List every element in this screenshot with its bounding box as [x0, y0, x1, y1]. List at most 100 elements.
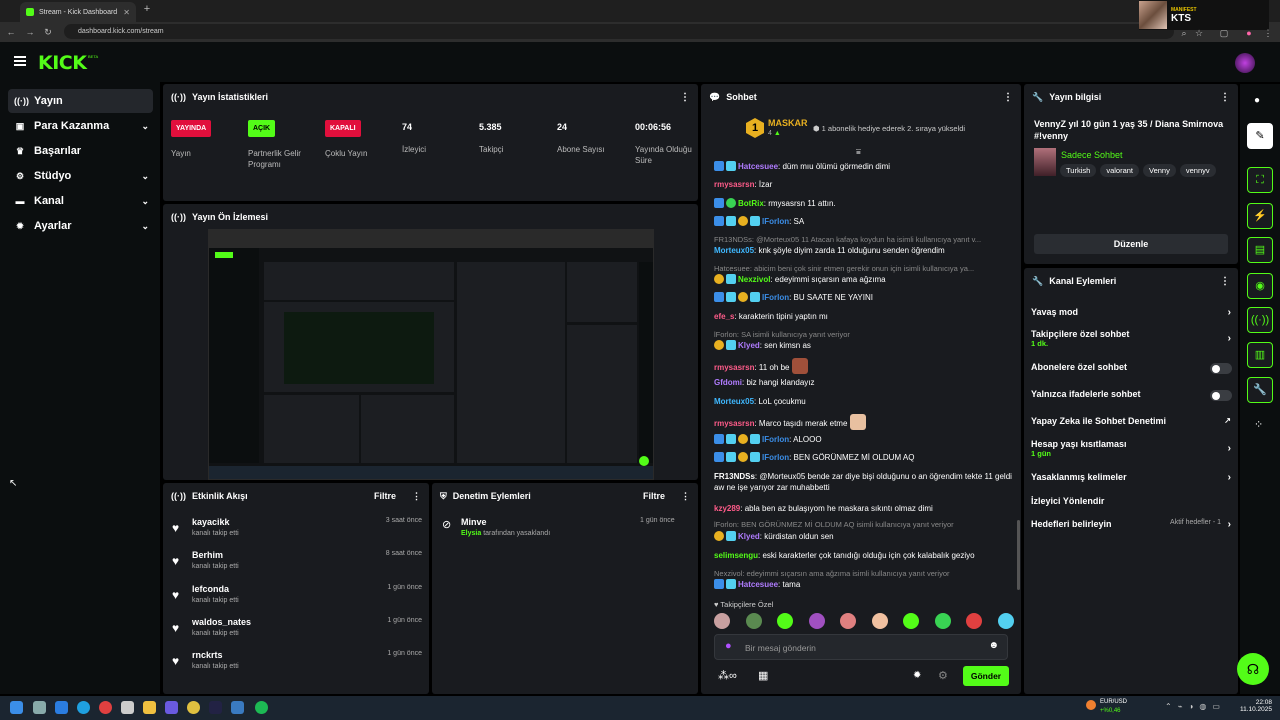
chat-username[interactable]: lForlon [762, 435, 789, 444]
chat-username[interactable]: Morteux05 [714, 246, 754, 255]
info-icon[interactable]: ● [1254, 95, 1260, 106]
store-icon[interactable]: ▦ [758, 669, 768, 682]
gear-icon[interactable]: ✹ [913, 670, 921, 681]
chat-username[interactable]: lForlon [762, 217, 789, 226]
emote-icon[interactable] [934, 613, 951, 629]
emote-icon[interactable] [714, 613, 730, 629]
moderator-name[interactable]: Elysia [461, 530, 481, 537]
channel-action-row[interactable]: Yavaş mod › [1031, 307, 1231, 318]
chat-username[interactable]: Klyed [738, 341, 760, 350]
follower-name[interactable]: lefconda [192, 584, 229, 594]
channel-action-row[interactable]: İzleyici Yönlendir [1031, 496, 1231, 506]
star-icon[interactable]: ☆ [1193, 26, 1205, 40]
wrench-icon[interactable]: 🔧 [1247, 377, 1273, 403]
tag-chip[interactable]: Turkish [1060, 164, 1097, 177]
sidebar-item-para-kazanma[interactable]: ▣ Para Kazanma ⌄ [8, 114, 153, 138]
banned-user[interactable]: Minve [461, 517, 487, 527]
settings-cog-icon[interactable]: ⚙ [938, 669, 948, 682]
chrome-icon[interactable] [187, 701, 200, 714]
chat-username[interactable]: Hatcesuee [738, 162, 778, 171]
chat-username[interactable]: rmysasrsn [714, 363, 754, 372]
toggle-switch[interactable] [1210, 390, 1232, 401]
chat-input[interactable]: Bir mesaj gönderin [745, 643, 816, 653]
new-tab-button[interactable]: + [141, 3, 153, 17]
chat-input-box[interactable]: ● Bir mesaj gönderin ☻ [714, 634, 1008, 660]
windows-start-icon[interactable] [10, 701, 23, 714]
edge-icon[interactable] [77, 701, 90, 714]
collapse-icon[interactable]: ⩸ [856, 147, 861, 157]
steam-icon[interactable] [209, 701, 222, 714]
follower-name[interactable]: kayacikk [192, 517, 230, 527]
clock[interactable]: 22:08 11.10.2025 [1238, 699, 1272, 713]
chat-extra-icon[interactable]: ⁂∞ [718, 669, 737, 682]
emoji-icon[interactable]: ☻ [988, 640, 999, 651]
sidebar-item-basarilar[interactable]: ♛ Başarılar [8, 139, 153, 163]
app-icon[interactable] [231, 701, 244, 714]
channel-action-row[interactable]: Takipçilere özel sohbet 1 dk. › [1031, 329, 1231, 348]
chat-username[interactable]: FR13NDSs [714, 472, 755, 481]
chat-username[interactable]: lForlon [762, 293, 789, 302]
spotify-icon[interactable] [255, 701, 268, 714]
toggle-switch[interactable] [1210, 363, 1232, 374]
emote-icon[interactable] [808, 613, 825, 629]
account-icon[interactable]: ● [1243, 26, 1255, 40]
close-tab-icon[interactable]: ✕ [123, 8, 130, 17]
broadcast-icon[interactable]: ((·)) [1247, 307, 1273, 333]
channel-action-row[interactable]: Yapay Zeka ile Sohbet Denetimi ↗ [1031, 416, 1231, 426]
filter-button[interactable]: Filtre [643, 491, 665, 501]
edit-button[interactable]: Düzenle [1034, 234, 1228, 254]
channel-action-row[interactable]: Hedefleri belirleyin Aktif hedefler - 1 › [1031, 519, 1231, 530]
extensions-icon[interactable]: ▢ [1218, 26, 1230, 40]
hamburger-menu-icon[interactable] [14, 56, 26, 66]
tray-icons[interactable]: ⌃⌁◑◍▭ [1165, 702, 1226, 711]
more-options-icon[interactable]: ⋮ [1220, 276, 1230, 287]
url-input[interactable]: dashboard.kick.com/stream [64, 24, 1174, 39]
follower-name[interactable]: Berhim [192, 550, 223, 560]
chat-username[interactable]: rmysasrsn [714, 180, 754, 189]
follower-name[interactable]: waldos_nates [192, 617, 251, 627]
send-button[interactable]: Gönder [963, 666, 1009, 686]
bolt-icon[interactable]: ⚡ [1247, 203, 1273, 229]
layout-icon[interactable]: ▥ [1247, 342, 1273, 368]
microphone-icon[interactable]: ● [725, 640, 732, 652]
emote-icon[interactable] [745, 613, 762, 629]
browser-menu-icon[interactable]: ⋮ [1262, 26, 1274, 40]
app-icon[interactable] [165, 701, 178, 714]
more-options-icon[interactable]: ⋮ [681, 491, 690, 502]
tag-chip[interactable]: vennyv [1179, 164, 1216, 177]
edit-pencil-icon[interactable]: ✎ [1247, 123, 1273, 149]
chat-username[interactable]: Gfdomi [714, 378, 742, 387]
app-icon[interactable] [121, 701, 134, 714]
emote-icon[interactable] [966, 613, 983, 629]
more-options-icon[interactable]: ⋮ [1220, 92, 1230, 103]
category-name[interactable]: Sadece Sohbet [1061, 150, 1123, 160]
channel-action-row[interactable]: Yalnızca ifadelerle sohbet [1031, 389, 1231, 399]
forward-icon[interactable]: → [24, 25, 36, 39]
filter-button[interactable]: Filtre [374, 491, 396, 501]
sidebar-item-studyo[interactable]: ⚙ Stüdyo ⌄ [8, 164, 153, 188]
folder-icon[interactable] [143, 701, 156, 714]
search-icon[interactable]: ⌕ [1178, 26, 1190, 40]
ticker-name[interactable]: EUR/USD [1100, 699, 1127, 705]
tag-chip[interactable]: Venny [1143, 164, 1176, 177]
emote-icon[interactable] [840, 613, 857, 629]
top-gifter-name[interactable]: MASKAR [768, 118, 808, 128]
fullscreen-icon[interactable]: ⛶ [1247, 167, 1273, 193]
chat-username[interactable]: efe_s [714, 312, 734, 321]
chat-username[interactable]: Morteux05 [714, 397, 754, 406]
browser-tab[interactable]: Stream - Kick Dashboard ✕ [20, 2, 136, 22]
reload-icon[interactable]: ↻ [42, 25, 54, 39]
support-icon[interactable]: ☊ [1237, 653, 1269, 685]
back-icon[interactable]: ← [5, 25, 17, 39]
channel-action-row[interactable]: Yasaklanmış kelimeler › [1031, 472, 1231, 483]
emote-icon[interactable] [903, 613, 920, 629]
chat-username[interactable]: kzy289 [714, 504, 740, 513]
follower-name[interactable]: rnckrts [192, 650, 223, 660]
channel-action-row[interactable]: Abonelere özel sohbet [1031, 362, 1231, 372]
chat-username[interactable]: Nexzivol [738, 275, 770, 284]
channel-action-row[interactable]: Hesap yaşı kısıtlaması 1 gün › [1031, 439, 1231, 458]
chat-bubble-icon[interactable]: ◉ [1247, 273, 1273, 299]
tag-chip[interactable]: valorant [1100, 164, 1139, 177]
chat-username[interactable]: selimsengu [714, 551, 758, 560]
search-icon[interactable] [33, 701, 46, 714]
